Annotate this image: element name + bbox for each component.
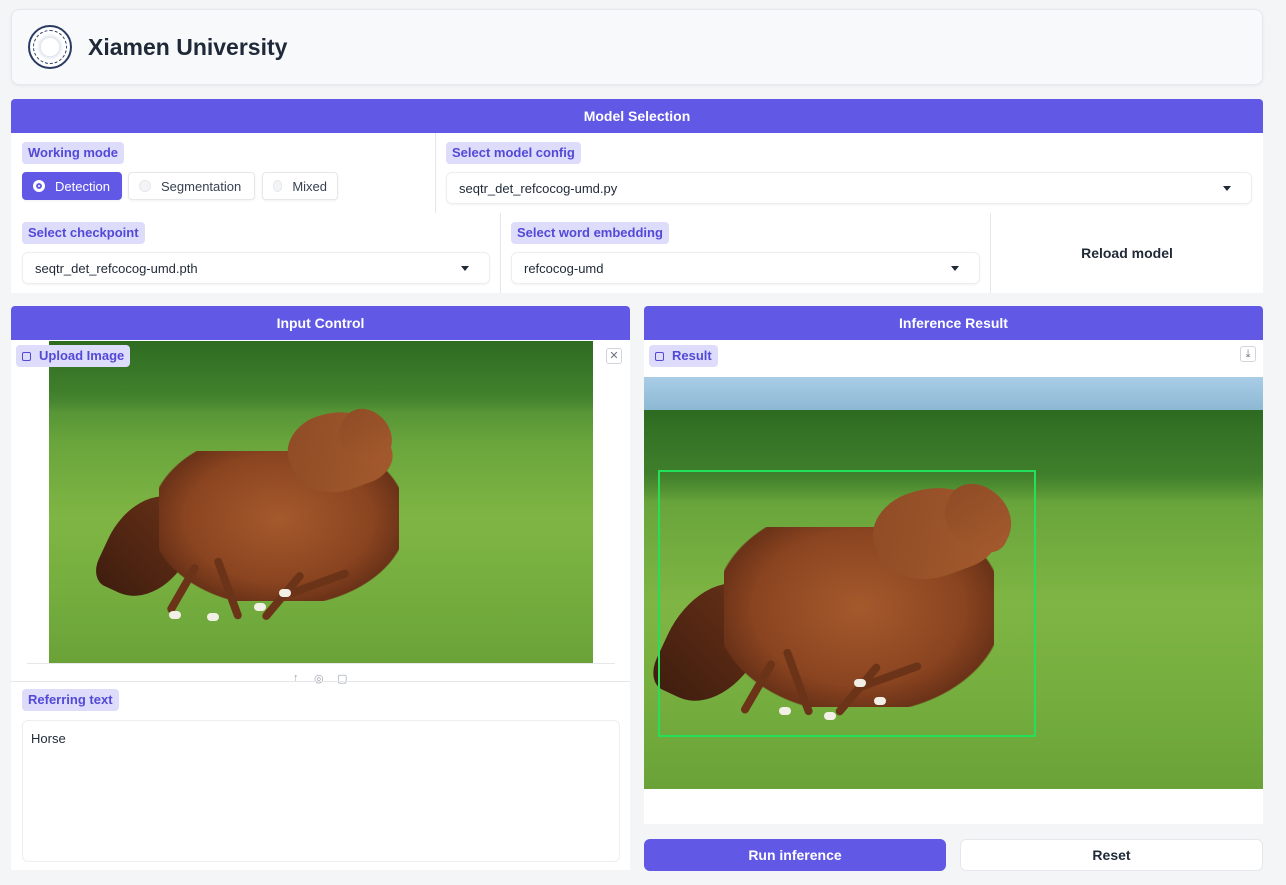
model-selection-title: Model Selection [11, 99, 1263, 133]
checkpoint-label: Select checkpoint [22, 222, 145, 244]
result-label: Result [649, 345, 718, 367]
upload-image-text: Upload Image [39, 348, 125, 363]
upload-arrow-icon[interactable]: ↑ [293, 672, 299, 684]
image-icon [22, 352, 31, 361]
caret-down-icon [951, 266, 959, 271]
radio-unchecked-icon [273, 180, 283, 192]
referring-text-label: Referring text [22, 689, 119, 711]
divider [500, 213, 501, 293]
working-mode-label: Working mode [22, 142, 125, 164]
caret-down-icon [461, 266, 469, 271]
radio-label: Detection [55, 178, 110, 194]
referring-text-input[interactable] [22, 720, 620, 862]
model-config-select[interactable]: seqtr_det_refcocog-umd.py [446, 172, 1252, 204]
divider [435, 133, 436, 213]
webcam-icon[interactable]: ◎ [314, 672, 324, 685]
checkpoint-select[interactable]: seqtr_det_refcocog-umd.pth [22, 252, 490, 284]
divider [11, 681, 630, 682]
reload-model-button[interactable]: Reload model [991, 213, 1263, 293]
radio-label: Mixed [292, 178, 327, 194]
radio-segmentation[interactable]: Segmentation [128, 172, 255, 200]
radio-mixed[interactable]: Mixed [262, 172, 338, 200]
clipboard-icon[interactable]: ▢ [337, 672, 347, 685]
image-icon [655, 352, 664, 361]
uploaded-image [49, 341, 593, 663]
radio-label: Segmentation [161, 178, 242, 194]
page-title: Xiamen University [88, 33, 288, 60]
input-control-title: Input Control [11, 306, 630, 340]
divider [27, 663, 615, 664]
university-seal-icon [28, 25, 72, 69]
upload-image-label: Upload Image [16, 345, 131, 367]
word-embedding-value: refcocog-umd [524, 260, 604, 276]
result-image [644, 377, 1263, 789]
caret-down-icon [1223, 186, 1231, 191]
word-embedding-select[interactable]: refcocog-umd [511, 252, 980, 284]
result-text: Result [672, 348, 712, 363]
radio-checked-icon [33, 180, 45, 192]
close-icon[interactable]: ✕ [606, 348, 622, 364]
radio-unchecked-icon [139, 180, 151, 192]
model-config-label: Select model config [446, 142, 581, 164]
download-icon[interactable]: ⤓ [1240, 346, 1256, 362]
app-header: Xiamen University [11, 9, 1263, 85]
run-inference-button[interactable]: Run inference [644, 839, 946, 871]
reset-button[interactable]: Reset [960, 839, 1263, 871]
checkpoint-value: seqtr_det_refcocog-umd.pth [35, 260, 198, 276]
model-config-value: seqtr_det_refcocog-umd.py [459, 180, 618, 196]
detection-bounding-box [658, 470, 1036, 737]
word-embedding-label: Select word embedding [511, 222, 669, 244]
inference-result-title: Inference Result [644, 306, 1263, 340]
radio-detection[interactable]: Detection [22, 172, 122, 200]
